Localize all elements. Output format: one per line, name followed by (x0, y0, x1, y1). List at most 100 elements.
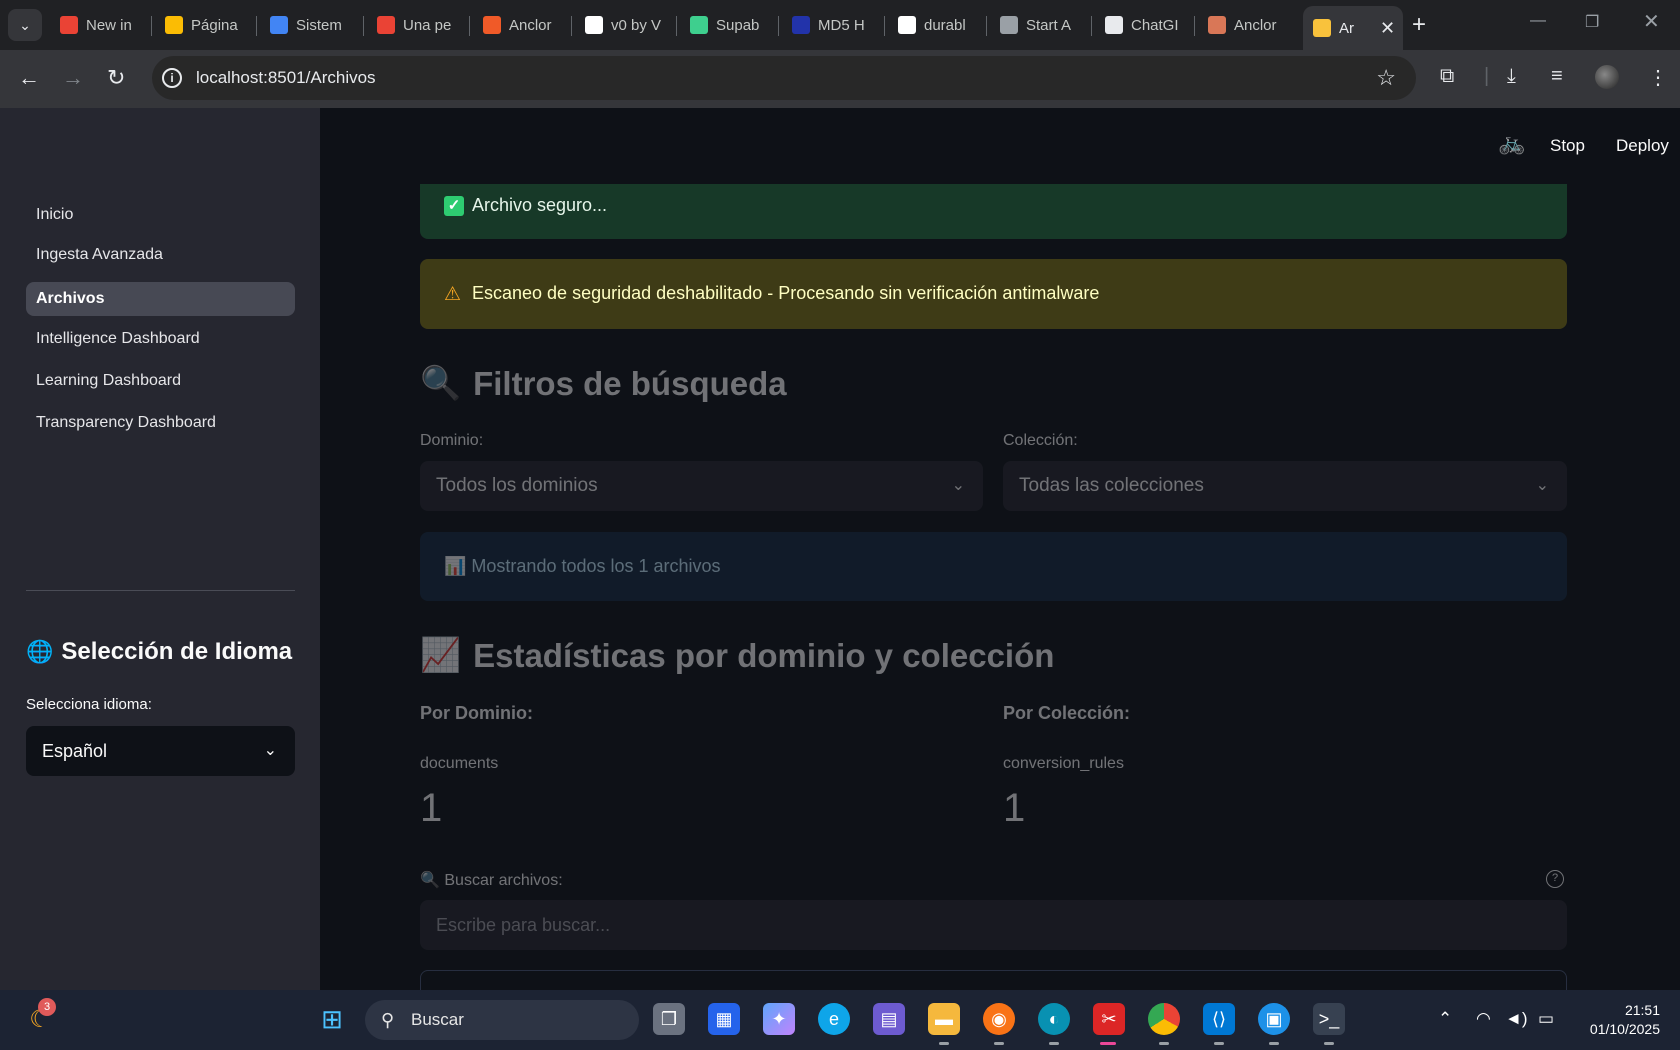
taskbar-search[interactable]: ⚲ Buscar (365, 1000, 639, 1040)
collection-metric-label: conversion_rules (1003, 755, 1124, 772)
site-info-icon[interactable]: i (162, 68, 182, 88)
tab-search-button[interactable]: ⌄ (8, 9, 42, 41)
download-icon[interactable]: ⤓ (1507, 65, 1516, 88)
chevron-up-icon[interactable]: ⌃ (1438, 1009, 1452, 1029)
running-indicator (994, 1042, 1004, 1045)
clock-date: 01/10/2025 (1589, 1021, 1660, 1037)
browser-tab[interactable]: Anclor (473, 8, 565, 42)
url-text[interactable]: localhost:8501/Archivos (196, 68, 376, 88)
by-collection-label: Por Colección: (1003, 703, 1131, 723)
browser-tab[interactable]: Start A (990, 8, 1082, 42)
info-text: Mostrando todos los 1 archivos (471, 556, 721, 576)
app-icon[interactable]: ▤ (873, 1003, 905, 1035)
restore-icon[interactable]: ❐ (1585, 12, 1599, 32)
stop-button[interactable]: Stop (1550, 136, 1585, 156)
chrome-icon[interactable] (1148, 1003, 1180, 1035)
google-icon (898, 16, 916, 34)
files-table[interactable] (420, 970, 1567, 990)
battery-icon[interactable]: ▭ (1538, 1009, 1554, 1029)
language-select[interactable]: Español ⌄ (26, 726, 295, 776)
chevron-down-icon: ⌄ (263, 742, 277, 759)
bookmark-star-icon[interactable]: ☆ (1376, 65, 1396, 91)
sidebar-item[interactable]: Intelligence Dashboard (26, 322, 295, 356)
minimize-icon[interactable]: — (1530, 12, 1546, 30)
tab-separator (1194, 16, 1195, 36)
forward-icon[interactable]: → (62, 65, 84, 91)
extensions-icon[interactable]: ⧉ (1440, 65, 1454, 88)
language-section-title: 🌐 Selección de Idioma (26, 638, 292, 666)
browser-tab[interactable]: Sistem (260, 8, 352, 42)
domain-select[interactable]: Todos los dominios ⌄ (420, 461, 983, 511)
chevron-down-icon: ⌄ (951, 477, 965, 494)
browser-tab[interactable]: Anclor (1198, 8, 1290, 42)
language-title-text: Selección de Idioma (61, 638, 293, 665)
success-alert-text: Archivo seguro... (472, 195, 608, 215)
windows-start-icon[interactable]: ⊞ (316, 1003, 348, 1035)
browser-tab[interactable]: ChatGI (1095, 8, 1187, 42)
filters-heading: 🔍 Filtros de búsqueda (420, 364, 787, 403)
file-explorer-icon[interactable]: ▬ (928, 1003, 960, 1035)
edge-icon[interactable]: e (818, 1003, 850, 1035)
reload-icon[interactable]: ↻ (107, 65, 125, 91)
tab-title: Ar (1339, 19, 1354, 37)
tab-title: Anclor (1234, 16, 1277, 34)
globe-icon: 🌐 (26, 639, 54, 664)
search-files-label: 🔍 Buscar archivos: (420, 870, 563, 890)
search-files-input[interactable]: Escribe para buscar... (420, 900, 1567, 950)
browser-tab[interactable]: Supab (680, 8, 772, 42)
docker-icon[interactable]: ▣ (1258, 1003, 1290, 1035)
sidebar-item[interactable]: Learning Dashboard (26, 364, 295, 398)
browser-tab[interactable]: Una pe (367, 8, 459, 42)
media-control-icon[interactable]: ≡ (1551, 65, 1563, 88)
tab-title: Página (191, 16, 238, 34)
browser-tab[interactable]: durabl (888, 8, 980, 42)
tab-separator (363, 16, 364, 36)
openai-icon (1105, 16, 1123, 34)
browser-tab[interactable]: MD5 H (782, 8, 874, 42)
deploy-button[interactable]: Deploy (1616, 136, 1669, 156)
close-tab-icon[interactable]: ✕ (1380, 18, 1395, 39)
tab-separator (884, 16, 885, 36)
task-view-icon[interactable]: ❐ (653, 1003, 685, 1035)
snipping-tool-icon[interactable]: ✂ (1093, 1003, 1125, 1035)
bar-chart-icon: 📊 (444, 556, 472, 576)
claude-icon (1208, 16, 1226, 34)
sidebar-item[interactable]: Ingesta Avanzada (26, 238, 295, 272)
tab-title: MD5 H (818, 16, 865, 34)
domain-metric-label: documents (420, 755, 499, 772)
menu-icon[interactable]: ⋮ (1648, 65, 1668, 90)
browser-tab[interactable]: Página (155, 8, 247, 42)
address-bar[interactable]: i localhost:8501/Archivos ☆ (152, 56, 1416, 100)
copilot-icon[interactable]: ✦ (763, 1003, 795, 1035)
wifi-icon[interactable]: ◠ (1476, 1009, 1491, 1029)
store-icon[interactable]: ▦ (708, 1003, 740, 1035)
collection-label: Colección: (1003, 432, 1078, 449)
help-icon[interactable]: ? (1546, 870, 1564, 888)
collection-select[interactable]: Todas las colecciones ⌄ (1003, 461, 1567, 511)
back-icon[interactable]: ← (18, 65, 40, 91)
md5-icon (792, 16, 810, 34)
tab-strip: ⌄ New in Página Sistem Una pe Anclor v0 by V S… (0, 0, 1680, 50)
browser-tab[interactable]: New in (50, 8, 142, 42)
domain-label: Dominio: (420, 432, 484, 449)
firefox-icon[interactable]: ◉ (983, 1003, 1015, 1035)
profile-avatar[interactable] (1595, 65, 1619, 89)
sidebar-item[interactable]: Inicio (26, 198, 295, 232)
app-icon[interactable]: ◐ (1038, 1003, 1070, 1035)
domain-metric-value: 1 (420, 786, 443, 830)
close-window-icon[interactable]: ✕ (1643, 9, 1660, 34)
sidebar-item[interactable]: Transparency Dashboard (26, 406, 295, 440)
running-bike-icon: 🚲 (1498, 130, 1526, 155)
new-tab-button[interactable]: + (1412, 11, 1426, 39)
browser-tab[interactable]: v0 by V (575, 8, 667, 42)
volume-icon[interactable]: ◄) (1505, 1009, 1528, 1029)
sidebar: Inicio Ingesta Avanzada Archivos Intelligen… (0, 108, 320, 990)
drive-icon (165, 16, 183, 34)
system-clock[interactable]: 21:51 01/10/2025 (1590, 1001, 1660, 1039)
sidebar-item[interactable]: Archivos (26, 282, 295, 316)
collection-selected-value: Todas las colecciones (1019, 475, 1204, 496)
browser-tab[interactable]: Ar ✕ (1303, 6, 1403, 50)
terminal-icon[interactable]: >_ (1313, 1003, 1345, 1035)
vscode-icon[interactable]: ⟨⟩ (1203, 1003, 1235, 1035)
tab-title: Una pe (403, 16, 452, 34)
